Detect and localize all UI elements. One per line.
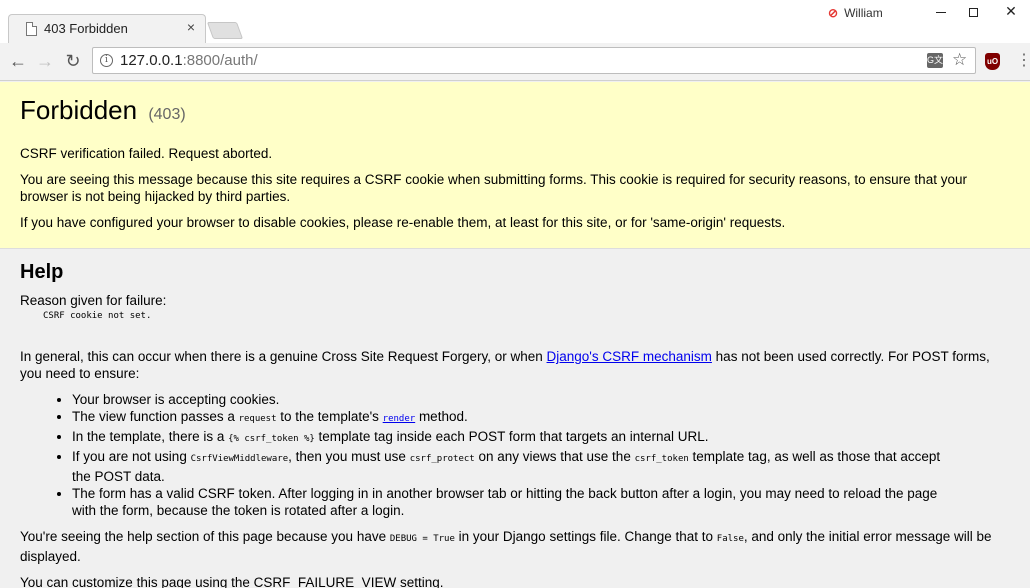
browser-tab[interactable]: 403 Forbidden × bbox=[8, 14, 206, 43]
general-paragraph: In general, this can occur when there is… bbox=[20, 348, 1010, 382]
list-item: The form has a valid CSRF token. After l… bbox=[72, 485, 947, 519]
page-content: Forbidden (403) CSRF verification failed… bbox=[0, 82, 1030, 588]
code-false: False bbox=[716, 534, 744, 544]
code-render: render bbox=[382, 414, 416, 424]
close-icon: ✕ bbox=[1005, 3, 1017, 19]
translate-icon[interactable]: G文 bbox=[927, 53, 943, 68]
close-window-button[interactable]: ✕ bbox=[988, 0, 1030, 24]
list-item: Your browser is accepting cookies. bbox=[72, 391, 947, 408]
maximize-icon bbox=[968, 7, 978, 17]
arrow-left-icon: ← bbox=[9, 51, 27, 71]
tab-title: 403 Forbidden bbox=[44, 21, 128, 36]
code-csrf-middleware: CsrfViewMiddleware bbox=[190, 454, 289, 464]
reload-icon: ↻ bbox=[65, 51, 81, 71]
list-item: In the template, there is a {% csrf_toke… bbox=[72, 428, 947, 448]
profile-name: William bbox=[844, 6, 883, 20]
general-text-before: In general, this can occur when there is… bbox=[20, 349, 547, 364]
browser-titlebar: 403 Forbidden × ⊘ William ✕ bbox=[0, 0, 1030, 43]
address-bar[interactable]: i 127.0.0.1:8800/auth/ G文 ☆ bbox=[92, 47, 976, 74]
close-tab-icon[interactable]: × bbox=[187, 19, 195, 35]
menu-icon[interactable]: ⋮ bbox=[1016, 51, 1030, 71]
page-icon bbox=[26, 22, 37, 36]
status-code: (403) bbox=[148, 106, 186, 123]
list-item: If you are not using CsrfViewMiddleware,… bbox=[72, 448, 947, 485]
browser-toolbar: ← → ↻ i 127.0.0.1:8800/auth/ G文 ☆ uO ⋮ bbox=[0, 43, 1030, 81]
url-host: 127.0.0.1 bbox=[120, 52, 183, 69]
requirements-list: Your browser is accepting cookies. The v… bbox=[20, 391, 1010, 519]
page-title: Forbidden (403) bbox=[20, 95, 1010, 126]
minimize-icon bbox=[936, 11, 946, 13]
code-debug-true: DEBUG = True bbox=[389, 534, 455, 544]
help-section: Help Reason given for failure: CSRF cook… bbox=[0, 249, 1030, 588]
new-tab-button[interactable] bbox=[206, 22, 244, 39]
customize-paragraph: You can customize this page using the CS… bbox=[20, 575, 444, 588]
ublock-extension-icon[interactable]: uO bbox=[985, 53, 1000, 70]
arrow-right-icon: → bbox=[36, 51, 54, 71]
reason-label: Reason given for failure: bbox=[20, 293, 167, 308]
list-text: to the template's bbox=[276, 409, 383, 424]
list-text: on any views that use the bbox=[474, 449, 635, 464]
list-text: If you are not using bbox=[72, 449, 191, 464]
error-explanation: You are seeing this message because this… bbox=[20, 172, 967, 204]
back-button[interactable]: ← bbox=[7, 50, 29, 72]
reason-value: CSRF cookie not set. bbox=[43, 311, 152, 321]
code-csrf-token: csrf_token bbox=[634, 454, 689, 464]
list-text: , then you must use bbox=[288, 449, 410, 464]
django-csrf-link[interactable]: Django's CSRF mechanism bbox=[547, 349, 712, 364]
error-message: CSRF verification failed. Request aborte… bbox=[20, 146, 273, 161]
code-request: request bbox=[238, 414, 277, 424]
reload-button[interactable]: ↻ bbox=[62, 50, 84, 72]
debug-text: in your Django settings file. Change tha… bbox=[454, 529, 717, 544]
cookies-note: If you have configured your browser to d… bbox=[20, 215, 786, 230]
bookmark-star-icon[interactable]: ☆ bbox=[952, 50, 967, 70]
error-summary: Forbidden (403) CSRF verification failed… bbox=[0, 82, 1030, 249]
render-link[interactable]: render bbox=[383, 409, 416, 424]
debug-text: You're seeing the help section of this p… bbox=[20, 529, 390, 544]
url-text[interactable]: 127.0.0.1:8800/auth/ bbox=[120, 52, 258, 69]
list-text: template tag inside each POST form that … bbox=[314, 429, 709, 444]
code-csrf-protect: csrf_protect bbox=[409, 454, 475, 464]
list-text: The view function passes a bbox=[72, 409, 239, 424]
forward-button[interactable]: → bbox=[34, 50, 56, 72]
profile-button[interactable]: ⊘ William bbox=[828, 5, 883, 21]
profile-icon: ⊘ bbox=[828, 6, 839, 20]
title-text: Forbidden bbox=[20, 95, 138, 125]
list-item: The view function passes a request to th… bbox=[72, 408, 947, 428]
list-text: method. bbox=[415, 409, 468, 424]
code-csrf-token-tag: {% csrf_token %} bbox=[228, 434, 315, 444]
url-path: :8800/auth/ bbox=[182, 52, 258, 69]
help-heading: Help bbox=[20, 261, 64, 283]
list-text: In the template, there is a bbox=[72, 429, 229, 444]
debug-paragraph: You're seeing the help section of this p… bbox=[20, 528, 1010, 565]
info-icon[interactable]: i bbox=[100, 54, 113, 67]
